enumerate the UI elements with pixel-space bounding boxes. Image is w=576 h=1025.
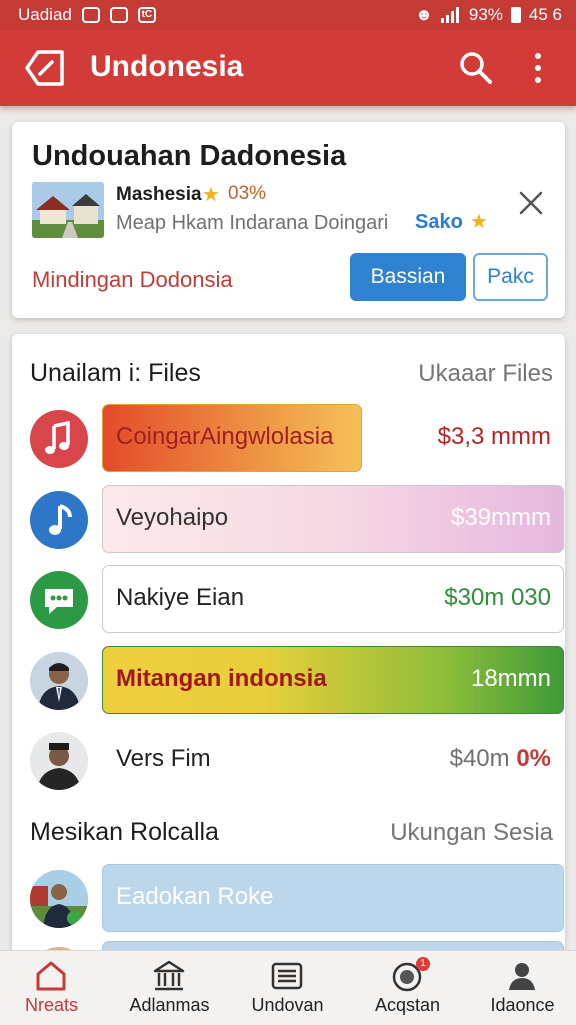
signal-icon [440,7,461,23]
files-card: Unailam i: Files Ukaaar Files CoingarAin… [12,334,565,974]
page-title: Undonesia [90,50,244,83]
bank-icon [153,960,185,991]
battery-percent: 93% [468,5,503,24]
item-value-percent: 0% [516,745,551,772]
avatar [30,870,88,928]
nav-label: Acqstan [374,995,441,1015]
avatar [30,732,88,790]
item-label: CoingarAingwlolasia [116,423,334,450]
item-value: $3,3 mmm [437,423,551,450]
nav-label: Adlanmas [129,995,210,1015]
list-item[interactable]: Nakiye Eian $30m 030 [12,565,565,635]
item-value: $40m 0% [450,745,551,773]
promo-rating: 03% [228,183,267,204]
more-menu-icon[interactable] [526,50,550,86]
carrier-label: Uadiad [18,5,72,24]
app-bar: Undonesia [0,30,576,106]
search-icon[interactable] [458,50,494,86]
battery-icon [510,7,521,23]
star-icon: ★ [470,211,488,233]
tc-icon: tC [137,7,156,23]
promo-thumbnail [32,182,104,238]
promo-tag[interactable]: Sako [415,211,463,234]
promo-link[interactable]: Mindingan Dodonsia [32,267,233,293]
list-icon [271,962,303,990]
promo-description: Meap Hkam Indarana Doingari [116,212,389,234]
avatar [30,652,88,710]
list-item[interactable]: Vers Fim $40m 0% [12,726,565,796]
music-icon [30,410,88,468]
list-item[interactable]: Veyohaipo $39mmm [12,485,565,555]
nav-item-list[interactable]: Undovan [230,951,345,1025]
back-icon[interactable] [24,48,66,88]
face-icon: ☻ [414,5,433,24]
item-label: Eadokan Roke [116,883,274,910]
nav-label: Undovan [251,995,324,1015]
music-note-icon [30,491,88,549]
status-bar: Uadiad tC ☻ 93% 45 6 [0,0,576,30]
star-icon: ★ [202,184,220,206]
item-value: 18mmn [470,665,551,692]
item-label: Vers Fim [116,745,211,772]
primary-button[interactable]: Bassian [350,253,466,301]
notification-badge: 1 [416,957,430,971]
list-item[interactable]: Mitangan indonsia 18mmn [12,646,565,716]
close-icon[interactable] [518,190,544,216]
nav-item-notifications[interactable]: 1 Acqstan [350,951,465,1025]
home-icon [36,961,66,991]
secondary-button[interactable]: Pakc [473,253,548,301]
files-section-title: Unailam i: Files [30,359,201,387]
nav-item-bank[interactable]: Adlanmas [112,951,227,1025]
files-section-link[interactable]: Ukaaar Files [418,360,553,388]
nav-label: Nreats [24,995,78,1015]
list-item[interactable]: CoingarAingwlolasia $3,3 mmm [12,404,565,474]
item-value-amount: $40m [449,745,510,772]
camera-icon [81,7,100,23]
nav-label: Idaonce [490,995,555,1015]
clock: 45 6 [528,5,562,24]
nav-item-profile[interactable]: Idaonce [465,951,576,1025]
nav-item-home[interactable]: Nreats [0,951,109,1025]
bottom-nav: Nreats Adlanmas Undovan 1 Acqstan Idaonc… [0,950,576,1025]
item-label: Mitangan indonsia [116,665,327,692]
item-value: $39mmm [450,504,551,531]
second-section-link[interactable]: Ukungan Sesia [390,819,553,847]
profile-icon [509,963,535,990]
item-label: Nakiye Eian [116,584,245,611]
promo-heading: Undouahan Dadonesia [32,140,347,172]
list-item[interactable]: Eadokan Roke [12,864,565,934]
chat-icon [30,571,88,629]
gallery-icon [109,7,128,23]
promo-name: Mashesia [116,184,202,205]
promo-card: Undouahan Dadonesia Mashesia ★ 03% Meap … [12,122,565,318]
item-value: $30m 030 [444,584,551,611]
item-label: Veyohaipo [116,504,229,531]
second-section-title: Mesikan Rolcalla [30,818,219,846]
